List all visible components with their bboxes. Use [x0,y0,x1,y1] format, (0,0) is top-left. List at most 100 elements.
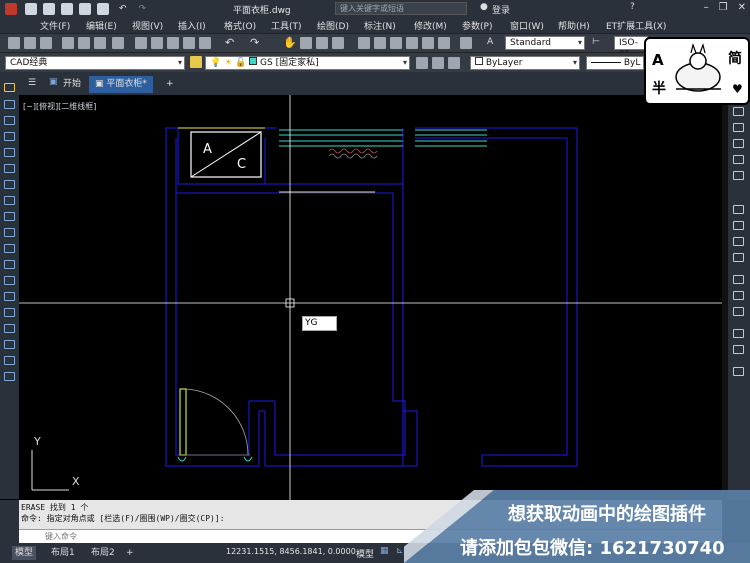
plot-icon[interactable] [62,37,74,49]
rotate-icon[interactable] [4,180,15,189]
model-space-toggle[interactable]: 模型 [356,547,374,560]
snap-center-icon[interactable] [733,205,744,214]
block-editor-icon[interactable] [199,37,211,49]
help-icon[interactable] [460,37,472,49]
snap-none-icon[interactable] [733,345,744,354]
rectangle-icon[interactable] [4,276,15,285]
menu-item-file[interactable]: 文件(F) [40,19,70,32]
redo-icon[interactable]: ↷ [139,4,147,14]
linetype-dropdown[interactable]: ByL [586,56,644,70]
markup-icon[interactable] [422,37,434,49]
polyline-icon[interactable] [4,100,15,109]
tab-file[interactable]: ▣ 平面衣柜* [89,76,153,93]
save-icon[interactable] [61,2,73,15]
sheet-set-icon[interactable] [406,37,418,49]
vertical-scrollbar[interactable] [722,95,728,495]
menu-item-tools[interactable]: 工具(T) [271,19,302,32]
preview-icon[interactable] [78,37,90,49]
snap-intersection-icon[interactable] [733,139,744,148]
tool-palette-icon[interactable] [390,37,402,49]
chamfer-icon[interactable] [4,340,15,349]
save-icon[interactable] [40,37,52,49]
menu-item-dimension[interactable]: 标注(N) [364,19,396,32]
menu-item-et-tools[interactable]: ET扩展工具(X) [606,19,666,32]
menu-item-insert[interactable]: 插入(I) [178,19,206,32]
redo-icon[interactable]: ↷ [250,36,259,49]
calculator-icon[interactable] [438,37,450,49]
snap-settings-icon[interactable] [733,367,744,376]
cut-icon[interactable] [135,37,147,49]
snap-apparent-icon[interactable] [733,155,744,164]
fillet-icon[interactable] [4,324,15,333]
snap-node-icon[interactable] [733,307,744,316]
snap-extension-icon[interactable] [733,171,744,180]
properties-icon[interactable] [358,37,370,49]
menu-item-format[interactable]: 格式(O) [224,19,256,32]
layer-manager-icon[interactable] [190,56,202,68]
copy-icon[interactable] [151,37,163,49]
construction-line-icon[interactable] [4,116,15,125]
menu-item-draw[interactable]: 绘图(D) [317,19,349,32]
snap-endpoint-icon[interactable] [733,107,744,116]
make-current-icon[interactable] [416,57,428,69]
command-line-handle[interactable] [0,500,19,543]
menu-item-view[interactable]: 视图(V) [132,19,163,32]
menu-item-parameters[interactable]: 参数(P) [462,19,492,32]
menu-item-edit[interactable]: 编辑(E) [86,19,117,32]
open-file-icon[interactable] [43,2,55,15]
extend-icon[interactable] [4,244,15,253]
multiline-icon[interactable] [4,132,15,141]
snap-tangent-icon[interactable] [733,237,744,246]
trim-icon[interactable] [4,228,15,237]
tab-start[interactable]: 开始 [63,76,81,93]
arc-icon[interactable] [4,260,15,269]
menu-item-help[interactable]: 帮助(H) [558,19,590,32]
menu-icon[interactable]: ☰ [28,78,36,88]
grid-icon[interactable]: ▦ [380,546,389,556]
drawing-viewport[interactable]: [−][俯视][二维线框] A C Y X YG [19,95,722,500]
snap-nearest-icon[interactable] [733,329,744,338]
snap-midpoint-icon[interactable] [733,123,744,132]
restore-button[interactable]: ❐ [719,2,728,13]
dim-style-dropdown[interactable]: ISO-25 [614,36,648,60]
snap-perpendicular-icon[interactable] [733,253,744,262]
login-button[interactable]: 登录 [492,3,510,16]
help-icon[interactable]: ? [630,2,635,12]
line-icon[interactable] [4,83,15,92]
publish-icon[interactable] [94,37,106,49]
scale-icon[interactable] [4,212,15,221]
dynamic-input-box[interactable]: YG [302,316,337,331]
zoom-realtime-icon[interactable] [300,37,312,49]
saveas-icon[interactable] [79,2,91,15]
close-button[interactable]: ✕ [738,2,746,13]
add-layout-button[interactable]: + [123,546,137,560]
paste-icon[interactable] [167,37,179,49]
array-icon[interactable] [4,292,15,301]
menu-item-modify[interactable]: 修改(M) [414,19,447,32]
search-input[interactable]: 键入关键字或短语 [335,2,467,15]
app-logo-icon[interactable] [5,2,17,15]
new-icon[interactable] [8,37,20,49]
user-icon[interactable]: ● [480,2,488,12]
pan-icon[interactable]: ✋ [283,36,297,49]
snap-quadrant-icon[interactable] [733,221,744,230]
menu-item-window[interactable]: 窗口(W) [510,19,544,32]
3d-icon[interactable] [112,37,124,49]
add-tab-button[interactable]: + [166,76,174,93]
minimize-button[interactable]: – [704,2,709,13]
open-icon[interactable] [24,37,36,49]
layer-dropdown[interactable]: 💡 ☀ 🔓 GS [固定家私] ▾ [205,56,410,70]
drawing-canvas[interactable]: A C Y X [19,95,722,500]
tab-layout2[interactable]: 布局2 [88,546,118,560]
undo-icon[interactable]: ↶ [119,4,127,14]
copy-tool-icon[interactable] [4,196,15,205]
layer-previous-icon[interactable] [432,57,444,69]
zoom-window-icon[interactable] [316,37,328,49]
zoom-previous-icon[interactable] [332,37,344,49]
layer-iso-icon[interactable] [448,57,460,69]
snap-icon[interactable]: ⊾ [396,546,404,556]
spline-icon[interactable] [4,356,15,365]
snap-parallel-icon[interactable] [733,275,744,284]
explode-icon[interactable] [4,372,15,381]
design-center-icon[interactable] [374,37,386,49]
